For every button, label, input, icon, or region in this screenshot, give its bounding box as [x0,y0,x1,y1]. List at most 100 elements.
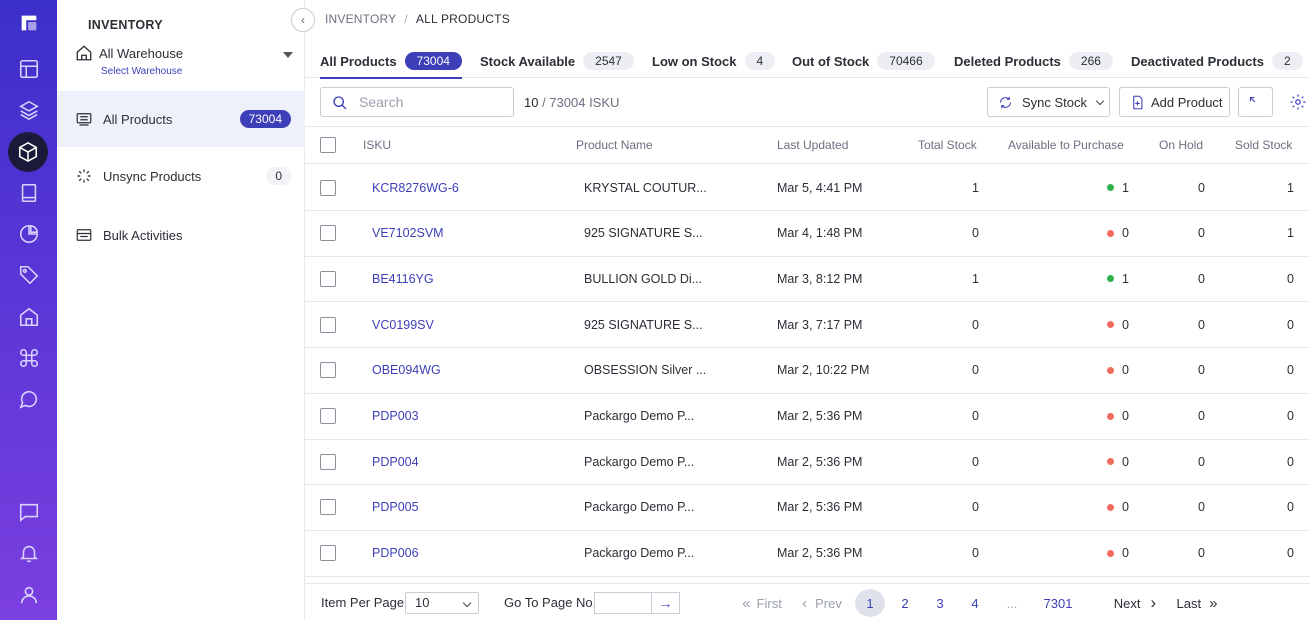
row-checkbox[interactable] [320,499,336,516]
select-all-checkbox[interactable] [320,137,336,153]
sold-stock: 0 [1287,317,1294,332]
last-page-number-button[interactable]: 7301 [1038,589,1078,617]
app-logo-icon[interactable] [8,4,49,42]
prev-page-button[interactable]: ‹ Prev [798,589,846,617]
table-row[interactable]: PDP005 Packargo Demo P... Mar 2, 5:36 PM 0 0… [305,485,1310,531]
page-4-button[interactable]: 4 [960,589,990,617]
chevron-down-icon[interactable] [283,52,293,58]
pie-chart-icon[interactable] [8,215,49,253]
sold-stock: 0 [1287,409,1294,423]
app-rail [0,0,57,620]
table-row[interactable]: PDP006 Packargo Demo P... Mar 2, 5:36 PM 0 0… [305,531,1310,577]
inventory-box-icon[interactable] [8,132,48,172]
sidebar-item-unsync-products[interactable]: Unsync Products 0 [57,148,305,204]
total-stock: 0 [972,317,979,332]
row-checkbox[interactable] [320,270,336,287]
chat-bubble-icon[interactable] [8,380,49,418]
page-1-button[interactable]: 1 [855,589,885,617]
tab-low-on-stock[interactable]: Low on Stock 4 [652,44,776,78]
page-3-button[interactable]: 3 [925,589,955,617]
sidebar-item-bulk-activities[interactable]: Bulk Activities [57,207,305,263]
col-on-hold[interactable]: On Hold [1159,127,1203,163]
row-checkbox[interactable] [320,362,336,379]
command-icon[interactable] [8,339,49,377]
next-page-button[interactable]: Next › [1107,589,1163,617]
col-total-stock[interactable]: Total Stock [918,127,977,163]
per-page-select[interactable]: 10 [405,592,479,614]
tab-count: 2 [1271,52,1303,70]
chevron-right-icon: › [1150,593,1157,612]
user-icon[interactable] [8,576,49,614]
available-to-purchase: 0 [1107,485,1129,530]
tag-icon[interactable] [8,256,49,294]
search-box[interactable] [320,87,514,117]
last-updated: Mar 2, 5:36 PM [777,409,863,423]
table-row[interactable]: OBE094WG OBSESSION Silver ... Mar 2, 10:22… [305,348,1310,394]
layers-icon[interactable] [8,91,49,129]
isku-link[interactable]: BE4116YG [372,256,434,301]
breadcrumb-root[interactable]: INVENTORY [325,12,396,26]
search-input[interactable] [359,93,509,111]
book-icon[interactable] [8,174,49,212]
row-checkbox[interactable] [320,408,336,424]
table-row[interactable]: PDP003 Packargo Demo P... Mar 2, 5:36 PM 0 0… [305,394,1310,440]
page-2-button[interactable]: 2 [890,589,920,617]
stock-status-dot [1107,229,1114,237]
tab-deleted-products[interactable]: Deleted Products 266 [954,44,1113,78]
sidebar-item-label: All Products [103,111,173,127]
warehouse-name: All Warehouse [99,46,184,61]
sync-stock-button[interactable]: Sync Stock [987,87,1110,117]
table-row[interactable]: BE4116YG BULLION GOLD Di... Mar 3, 8:12 PM… [305,256,1310,303]
first-page-button[interactable]: «First [737,589,787,617]
table-row[interactable]: VE7102SVM 925 SIGNATURE S... Mar 4, 1:48 P… [305,211,1310,257]
col-sold-stock[interactable]: Sold Stock [1235,127,1292,163]
isku-link[interactable]: PDP005 [372,485,419,530]
row-checkbox[interactable] [320,316,336,333]
sold-stock: 0 [1287,363,1294,378]
isku-link[interactable]: PDP004 [372,439,419,484]
goto-page-button[interactable]: → [651,592,680,614]
isku-link[interactable]: VE7102SVM [372,211,444,256]
chevron-left-icon: ‹ [802,594,808,612]
total-stock: 0 [972,226,979,241]
inventory-sidebar: INVENTORY All Warehouse Select Warehouse… [57,0,305,620]
dashboard-icon[interactable] [8,50,49,88]
goto-page-input[interactable] [594,592,652,614]
table-row[interactable]: PDP004 Packargo Demo P... Mar 2, 5:36 PM 0 0… [305,439,1310,486]
table-row[interactable]: KCR8276WG-6 KRYSTAL COUTUR... Mar 5, 4:41 … [305,165,1310,211]
warehouse-icon[interactable] [8,298,49,336]
select-warehouse-link[interactable]: Select Warehouse [101,66,182,77]
col-available[interactable]: Available to Purchase [1008,127,1124,163]
bell-icon[interactable] [8,534,49,572]
sidebar-item-all-products[interactable]: All Products 73004 [57,91,305,147]
isku-link[interactable]: OBE094WG [372,348,441,393]
collapse-view-button[interactable] [1238,87,1273,117]
row-checkbox[interactable] [320,453,336,470]
tab-stock-available[interactable]: Stock Available 2547 [480,44,634,78]
isku-link[interactable]: PDP006 [372,531,419,576]
tab-out-of-stock[interactable]: Out of Stock 70466 [792,44,935,78]
row-checkbox[interactable] [320,179,336,196]
sold-stock: 0 [1287,500,1294,515]
tab-all-products[interactable]: All Products 73004 [320,44,462,79]
available-to-purchase: 1 [1107,256,1129,301]
isku-link[interactable]: KCR8276WG-6 [372,165,459,210]
add-product-button[interactable]: Add Product [1119,87,1230,117]
message-icon[interactable] [8,493,49,531]
table-row[interactable]: VC0199SV 925 SIGNATURE S... Mar 3, 7:17 PM… [305,302,1310,349]
col-last-updated[interactable]: Last Updated [777,127,848,163]
last-page-button[interactable]: Last» [1169,589,1225,617]
warehouse-selector[interactable]: All Warehouse Select Warehouse [75,44,297,80]
breadcrumb: INVENTORY / ALL PRODUCTS [325,12,510,26]
row-checkbox[interactable] [320,225,336,242]
col-isku[interactable]: ISKU [363,127,391,163]
isku-link[interactable]: VC0199SV [372,302,434,347]
isku-link[interactable]: PDP003 [372,394,419,439]
col-product-name[interactable]: Product Name [576,127,653,163]
tab-deactivated-products[interactable]: Deactivated Products 2 [1131,44,1303,78]
collapse-sidebar-button[interactable]: ‹ [291,8,315,32]
row-checkbox[interactable] [320,545,336,562]
gear-icon[interactable] [1289,93,1307,111]
available-to-purchase: 1 [1107,165,1129,210]
page-ellipsis: ... [1006,595,1018,611]
